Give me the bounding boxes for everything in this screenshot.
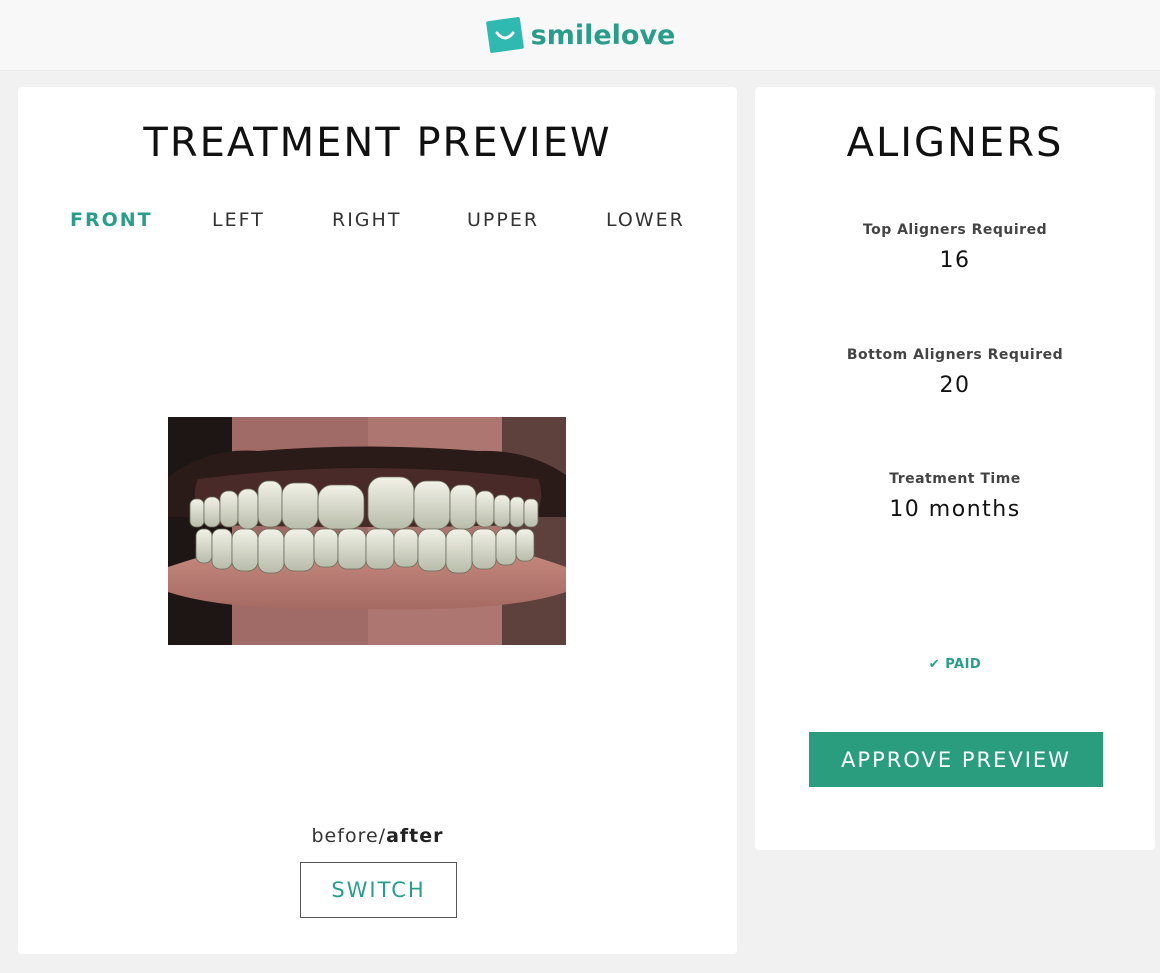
approve-preview-button[interactable]: APPROVE PREVIEW xyxy=(809,732,1103,787)
aligners-card: ALIGNERS Top Aligners Required 16 Bottom… xyxy=(755,87,1155,850)
switch-button[interactable]: SWITCH xyxy=(300,862,457,918)
view-tabs: FRONT LEFT RIGHT UPPER LOWER xyxy=(18,209,737,235)
before-after-toggle-label: before/after xyxy=(18,825,737,847)
stat-label: Treatment Time xyxy=(889,471,1021,487)
paid-label: PAID xyxy=(945,657,982,672)
treatment-preview-card: TREATMENT PREVIEW FRONT LEFT RIGHT UPPER… xyxy=(18,87,737,954)
stat-value: 10 months xyxy=(889,497,1021,522)
smile-logo-icon xyxy=(485,17,524,53)
app-header: smilelove xyxy=(0,0,1160,71)
stat-label: Top Aligners Required xyxy=(862,222,1048,238)
teeth-3d-viewer[interactable] xyxy=(168,417,566,645)
bottom-aligners-stat: Bottom Aligners Required 20 xyxy=(755,347,1155,398)
tab-lower[interactable]: LOWER xyxy=(606,209,685,231)
brand-name: smilelove xyxy=(530,19,676,51)
tab-right[interactable]: RIGHT xyxy=(332,209,401,231)
before-label: before/ xyxy=(311,825,387,847)
preview-title: TREATMENT PREVIEW xyxy=(143,120,612,166)
tab-upper[interactable]: UPPER xyxy=(467,209,539,231)
aligners-title: ALIGNERS xyxy=(846,120,1064,166)
brand-logo[interactable]: smilelove xyxy=(485,15,676,55)
stat-value: 20 xyxy=(939,373,971,398)
stat-value: 16 xyxy=(939,248,971,273)
tab-left[interactable]: LEFT xyxy=(212,209,265,231)
after-label: after xyxy=(386,825,444,847)
stat-label: Bottom Aligners Required xyxy=(846,347,1064,363)
top-aligners-stat: Top Aligners Required 16 xyxy=(755,222,1155,273)
paid-status: ✔ PAID xyxy=(755,657,1155,672)
check-icon: ✔ xyxy=(928,657,941,672)
tab-front[interactable]: FRONT xyxy=(70,209,153,231)
treatment-time-stat: Treatment Time 10 months xyxy=(755,471,1155,522)
